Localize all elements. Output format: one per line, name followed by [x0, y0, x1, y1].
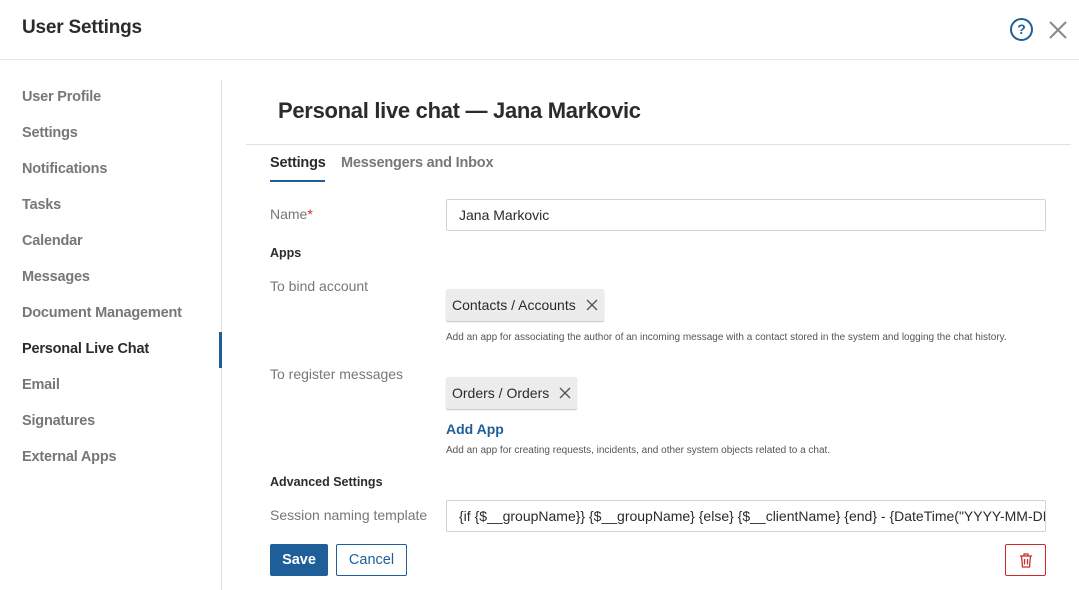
tab-messengers-and-inbox[interactable]: Messengers and Inbox [341, 155, 494, 171]
register-messages-chip-label: Orders / Orders [452, 385, 550, 401]
title-divider [246, 144, 1071, 145]
required-mark: * [307, 206, 313, 222]
register-messages-chip: Orders / Orders [446, 377, 578, 409]
advanced-settings-heading: Advanced Settings [270, 475, 383, 489]
tab-settings[interactable]: Settings [270, 155, 326, 171]
sidebar-item-external-apps[interactable]: External Apps [22, 449, 117, 465]
page-title: Personal live chat — Jana Markovic [278, 98, 641, 123]
apps-heading: Apps [270, 246, 302, 260]
sidebar-item-user-profile[interactable]: User Profile [22, 89, 101, 105]
remove-chip-icon[interactable] [559, 378, 571, 399]
sidebar [0, 80, 222, 590]
session-template-field[interactable]: {if {$__groupName}} {$__groupName} {else… [446, 500, 1046, 532]
active-nav-indicator [219, 332, 222, 368]
session-template-label: Session naming template [270, 507, 428, 523]
window-header: User Settings ? [0, 0, 1079, 60]
register-messages-label: To register messages [270, 366, 404, 382]
sidebar-item-signatures[interactable]: Signatures [22, 413, 95, 429]
remove-chip-icon[interactable] [586, 290, 598, 311]
cancel-button[interactable]: Cancel [336, 544, 407, 576]
bind-account-label: To bind account [270, 278, 369, 294]
bind-account-chip-label: Contacts / Accounts [452, 297, 576, 313]
active-tab-indicator [270, 180, 325, 182]
close-icon[interactable] [1048, 20, 1068, 40]
sidebar-item-personal-live-chat[interactable]: Personal Live Chat [22, 341, 149, 357]
name-label: Name* [270, 206, 313, 222]
sidebar-item-notifications[interactable]: Notifications [22, 161, 107, 177]
name-field[interactable]: Jana Markovic [446, 199, 1046, 231]
sidebar-item-settings[interactable]: Settings [22, 125, 78, 141]
sidebar-item-tasks[interactable]: Tasks [22, 197, 61, 213]
trash-icon [1020, 553, 1032, 568]
delete-button[interactable] [1005, 544, 1046, 576]
sidebar-item-email[interactable]: Email [22, 377, 60, 393]
window-title: User Settings [22, 17, 142, 38]
sidebar-item-messages[interactable]: Messages [22, 269, 90, 285]
bind-account-hint: Add an app for associating the author of… [446, 332, 1007, 343]
help-icon[interactable]: ? [1010, 18, 1033, 41]
save-button[interactable]: Save [270, 544, 328, 576]
add-app-link[interactable]: Add App [446, 421, 504, 437]
register-messages-hint: Add an app for creating requests, incide… [446, 445, 831, 456]
bind-account-chip: Contacts / Accounts [446, 289, 604, 321]
sidebar-item-calendar[interactable]: Calendar [22, 233, 83, 249]
sidebar-item-document-management[interactable]: Document Management [22, 305, 182, 321]
